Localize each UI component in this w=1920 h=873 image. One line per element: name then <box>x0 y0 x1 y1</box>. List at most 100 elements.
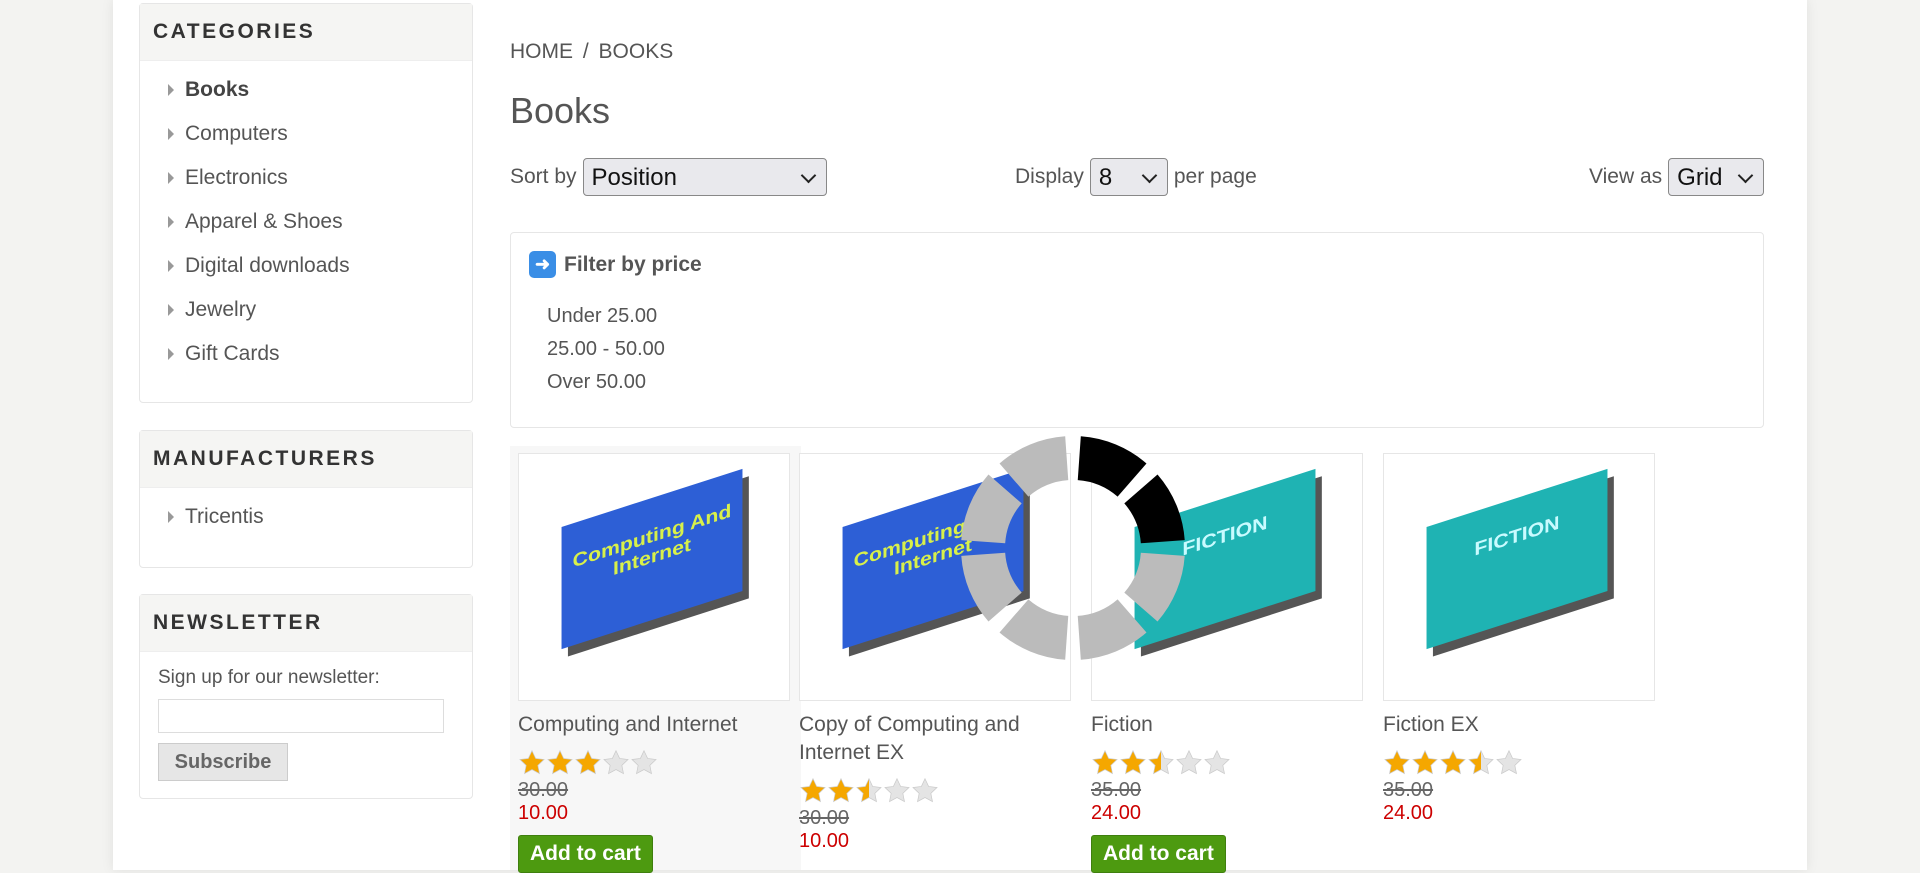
book-cover-image: Computing And Internet <box>561 468 743 650</box>
product-title[interactable]: Fiction EX <box>1383 711 1655 739</box>
sort-control: Sort by Position <box>510 158 833 196</box>
display-control: Display 8 per page <box>1015 158 1257 196</box>
breadcrumb: HOME / BOOKS <box>510 40 673 64</box>
view-label: View as <box>1589 165 1663 188</box>
spinner-segment <box>961 474 1022 544</box>
star-icon <box>856 777 882 803</box>
sort-select-value: Position <box>591 164 677 191</box>
newsletter-block: NEWSLETTER Sign up for our newsletter: S… <box>139 594 473 799</box>
breadcrumb-current: BOOKS <box>598 40 674 63</box>
sidebar-item-label: Apparel & Shoes <box>185 210 343 233</box>
view-select-value: Grid <box>1677 164 1723 191</box>
sidebar-item[interactable]: Apparel & Shoes <box>140 203 472 247</box>
manufacturers-list: Tricentis <box>140 488 472 548</box>
sort-label: Sort by <box>510 165 577 188</box>
actual-price: 10.00 <box>799 830 850 852</box>
price-filter-title: Filter by price <box>564 252 702 276</box>
sidebar-item[interactable]: Books <box>140 71 472 115</box>
actual-price: 24.00 <box>1091 802 1142 824</box>
star-icon <box>828 777 854 803</box>
page-title: Books <box>510 90 611 131</box>
product-image[interactable]: FICTION <box>1383 453 1655 701</box>
book-cover-image: FICTION <box>1426 468 1608 650</box>
actual-price: 24.00 <box>1383 802 1434 824</box>
old-price: 35.00 <box>1383 779 1434 801</box>
star-icon <box>575 749 601 775</box>
star-icon <box>884 777 910 803</box>
star-icon <box>800 777 826 803</box>
display-label: Display <box>1015 165 1084 188</box>
add-to-cart-button[interactable]: Add to cart <box>518 835 653 873</box>
chevron-down-icon <box>800 167 816 184</box>
sidebar-item-label: Computers <box>185 122 288 145</box>
caret-right-icon <box>168 304 174 316</box>
sidebar-item-label: Digital downloads <box>185 254 350 277</box>
spinner-segment <box>1077 599 1147 660</box>
sidebar-item-label: Books <box>185 78 250 101</box>
product-card: FICTION Fiction EX 35.00 24.00 <box>1383 453 1655 825</box>
star-icon <box>1204 749 1230 775</box>
product-title[interactable]: Copy of Computing and Internet EX <box>799 711 1071 767</box>
sort-select[interactable]: Position <box>582 158 827 196</box>
caret-right-icon <box>168 84 174 96</box>
star-icon <box>1496 749 1522 775</box>
product-rating <box>518 749 790 777</box>
caret-right-icon <box>168 348 174 360</box>
breadcrumb-home-link[interactable]: HOME <box>510 40 573 63</box>
sidebar-item[interactable]: Tricentis <box>140 498 472 542</box>
product-title[interactable]: Fiction <box>1091 711 1363 739</box>
cover-text: FICTION <box>1474 512 1560 561</box>
old-price: 35.00 <box>1091 779 1142 801</box>
product-image[interactable]: Computing And Internet <box>518 453 790 701</box>
product-card: Computing And Internet Computing and Int… <box>518 453 790 873</box>
sidebar-item[interactable]: Digital downloads <box>140 247 472 291</box>
old-price: 30.00 <box>518 779 569 801</box>
newsletter-title: NEWSLETTER <box>140 595 472 652</box>
price-filter-panel: ➜ Filter by price Under 25.00 25.00 - 50… <box>510 232 1764 428</box>
sidebar-item[interactable]: Gift Cards <box>140 335 472 379</box>
star-icon <box>912 777 938 803</box>
caret-right-icon <box>168 511 174 523</box>
star-icon <box>1092 749 1118 775</box>
price-filter-header: ➜ Filter by price <box>529 251 702 278</box>
manufacturers-block: MANUFACTURERS Tricentis <box>139 430 473 568</box>
star-icon <box>1384 749 1410 775</box>
star-icon <box>1120 749 1146 775</box>
loading-spinner-icon <box>961 436 1185 660</box>
star-icon <box>1176 749 1202 775</box>
sidebar-item[interactable]: Jewelry <box>140 291 472 335</box>
caret-right-icon <box>168 260 174 272</box>
arrow-right-icon: ➜ <box>529 251 556 278</box>
caret-right-icon <box>168 216 174 228</box>
subscribe-button[interactable]: Subscribe <box>158 743 288 781</box>
sidebar-item[interactable]: Electronics <box>140 159 472 203</box>
display-select-value: 8 <box>1098 164 1113 191</box>
newsletter-email-input[interactable] <box>158 699 444 733</box>
star-icon <box>1468 749 1494 775</box>
categories-list: Books Computers Electronics Apparel & Shoes… <box>140 61 472 385</box>
per-page-label: per page <box>1173 165 1257 188</box>
display-select[interactable]: 8 <box>1089 158 1168 196</box>
add-to-cart-button[interactable]: Add to cart <box>1091 835 1226 873</box>
sidebar-item-label: Electronics <box>185 166 288 189</box>
chevron-down-icon <box>1737 167 1754 184</box>
caret-right-icon <box>168 128 174 140</box>
breadcrumb-separator: / <box>582 40 589 63</box>
spinner-segment <box>1124 552 1185 622</box>
spinner-segment <box>961 552 1022 622</box>
sidebar-item[interactable]: Computers <box>140 115 472 159</box>
product-title[interactable]: Computing and Internet <box>518 711 790 739</box>
price-filter-option[interactable]: Over 50.00 <box>547 371 646 394</box>
star-icon <box>1412 749 1438 775</box>
price-filter-option[interactable]: 25.00 - 50.00 <box>547 338 665 361</box>
star-icon <box>603 749 629 775</box>
sidebar-item-label: Gift Cards <box>185 342 280 365</box>
star-icon <box>631 749 657 775</box>
spinner-segment <box>1077 436 1147 497</box>
view-select[interactable]: Grid <box>1668 158 1765 196</box>
old-price: 30.00 <box>799 807 850 829</box>
spinner-segment <box>1124 474 1185 544</box>
star-icon <box>1440 749 1466 775</box>
caret-right-icon <box>168 172 174 184</box>
price-filter-option[interactable]: Under 25.00 <box>547 305 657 328</box>
